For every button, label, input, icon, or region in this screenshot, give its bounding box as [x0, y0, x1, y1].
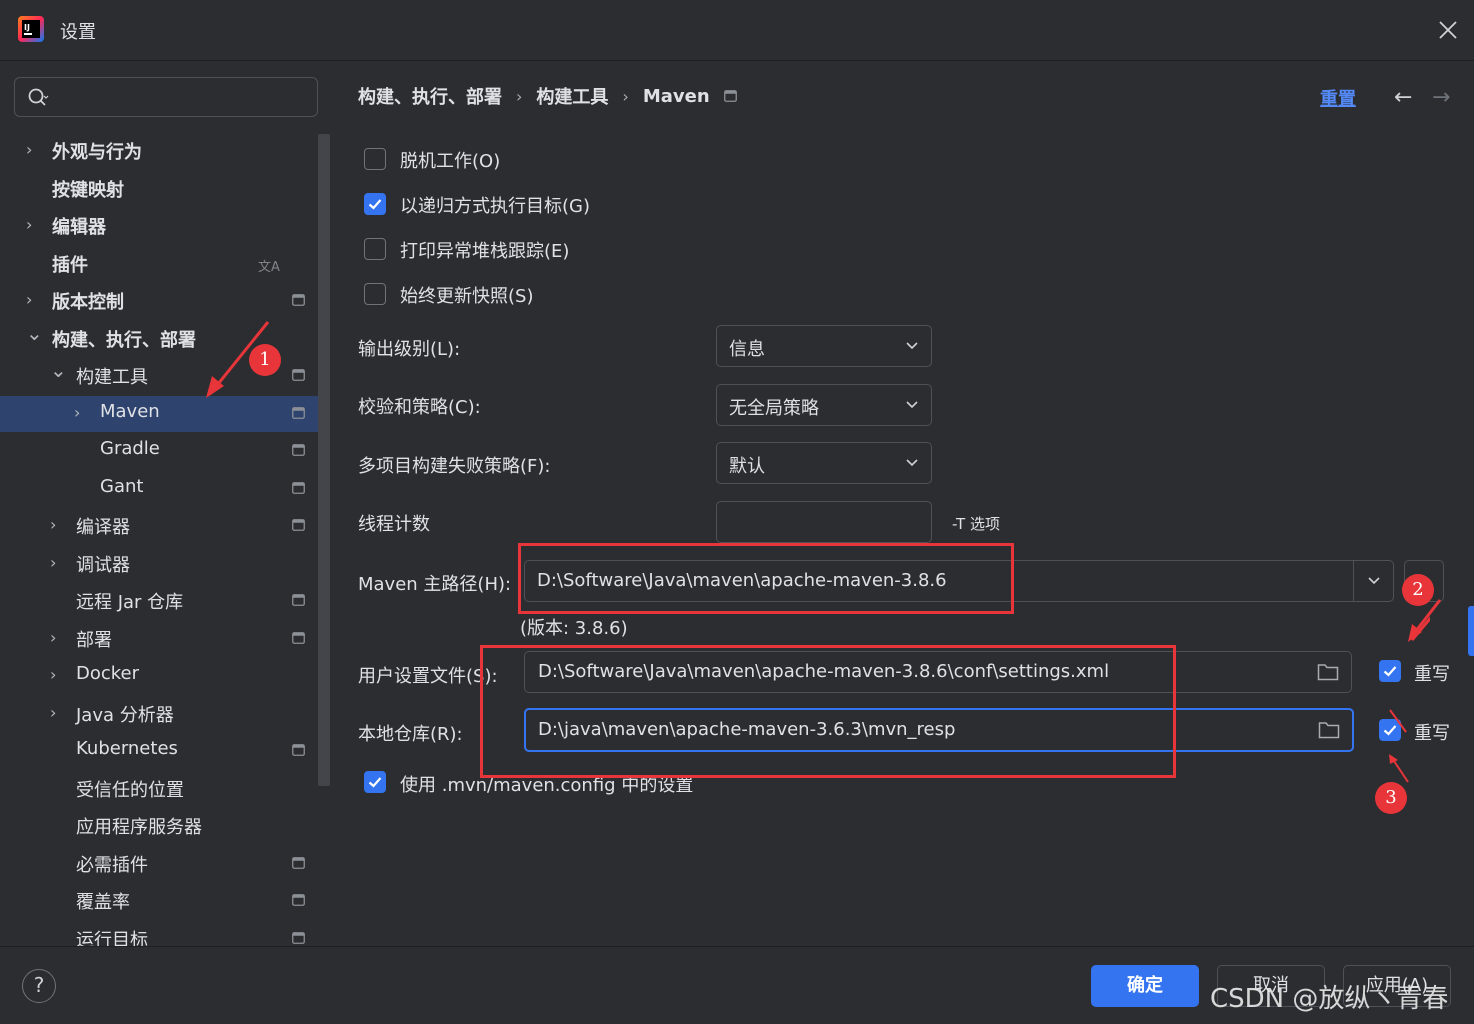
svg-text:IJ: IJ: [24, 23, 30, 32]
annotation-badge-3: 3: [1375, 782, 1407, 814]
sidebar-item-label: 调试器: [76, 554, 130, 576]
sidebar-item[interactable]: 按键映射: [0, 171, 318, 207]
print-stack-label[interactable]: 打印异常堆栈跟踪(E): [400, 237, 569, 263]
annotation-arrow-3: [1389, 754, 1409, 783]
sidebar-item-label: 必需插件: [76, 854, 148, 876]
ok-button[interactable]: 确定: [1091, 965, 1199, 1007]
update-snapshots-checkbox[interactable]: [364, 283, 386, 305]
sidebar-item[interactable]: 应用程序服务器: [0, 808, 318, 844]
offline-label[interactable]: 脱机工作(O): [400, 147, 500, 173]
chevron-right-icon[interactable]: ›: [50, 703, 66, 723]
intellij-logo-icon: IJ: [18, 16, 44, 42]
chevron-down-icon[interactable]: ⌄: [50, 358, 67, 382]
sidebar-item-label: 版本控制: [52, 292, 124, 313]
sidebar-item-label: 远程 Jar 仓库: [76, 592, 184, 613]
sidebar-item-label: 插件: [52, 254, 88, 276]
search-icon: [28, 88, 49, 106]
sidebar-item-label: 运行目标: [76, 929, 148, 947]
arrow-left-icon[interactable]: ←: [1394, 85, 1416, 110]
chevron-right-icon[interactable]: ›: [26, 290, 42, 310]
window-icon: [723, 90, 737, 102]
window-title: 设置: [60, 22, 96, 43]
sidebar-item-label: Java 分析器: [76, 704, 174, 726]
chevron-right-icon: ›: [516, 86, 523, 106]
update-snapshots-label[interactable]: 始终更新快照(S): [400, 282, 533, 308]
side-tool-tab[interactable]: [1468, 606, 1474, 656]
sidebar-item-label: 编辑器: [52, 217, 106, 238]
window-icon: [292, 931, 305, 944]
window-icon: [292, 294, 305, 306]
title-bar: IJ 设置: [0, 0, 1474, 61]
sidebar-item-label: 受信任的位置: [76, 779, 184, 801]
chevron-right-icon[interactable]: ›: [50, 628, 66, 648]
chevron-right-icon[interactable]: ›: [26, 215, 42, 235]
sidebar-item-label: Gant: [100, 475, 144, 497]
arrow-right-icon[interactable]: →: [1432, 85, 1454, 110]
annotation-arrow-2: [1408, 599, 1442, 642]
annotation-arrows: [206, 321, 1430, 733]
chevron-right-icon[interactable]: ›: [50, 515, 66, 535]
breadcrumb-maven: Maven: [642, 85, 710, 107]
translate-icon: 文A: [258, 259, 280, 275]
sidebar-item-label: 覆盖率: [76, 892, 130, 913]
sidebar-item-label: Kubernetes: [76, 738, 178, 759]
chevron-right-icon[interactable]: ›: [50, 665, 66, 685]
window-icon: [292, 856, 305, 869]
checkmark-icon: [368, 199, 382, 210]
sidebar-item-label: 构建工具: [76, 367, 148, 388]
chevron-right-icon: ›: [622, 86, 629, 106]
sidebar-item[interactable]: › 编辑器: [0, 208, 318, 244]
breadcrumb-build[interactable]: 构建、执行、部署: [358, 83, 502, 109]
sidebar-item[interactable]: 插件 文A: [0, 246, 318, 282]
sidebar-item[interactable]: 运行目标: [0, 921, 318, 947]
annotation-badge-1: 1: [249, 344, 281, 376]
chevron-right-icon[interactable]: ›: [74, 403, 90, 423]
chevron-down-icon[interactable]: ⌄: [26, 321, 43, 345]
sidebar-item[interactable]: › 外观与行为: [0, 133, 318, 169]
breadcrumb-build-tools[interactable]: 构建工具: [536, 83, 608, 109]
annotation-badge-2: 2: [1402, 574, 1434, 606]
print-stack-checkbox[interactable]: [364, 238, 386, 260]
sidebar-item-label: 部署: [76, 629, 112, 651]
sidebar-item-label: 按键映射: [52, 179, 124, 201]
sidebar-item-label: Gradle: [100, 438, 160, 459]
recursive-label[interactable]: 以递归方式执行目标(G): [400, 192, 590, 218]
chevron-right-icon[interactable]: ›: [50, 553, 66, 573]
window-icon: [292, 894, 305, 906]
close-icon[interactable]: [1436, 18, 1460, 42]
help-icon[interactable]: ?: [22, 969, 56, 1003]
sidebar-item-label: 应用程序服务器: [76, 817, 202, 838]
settings-search-input[interactable]: [14, 77, 318, 117]
breadcrumb: 构建、执行、部署 › 构建工具 › Maven: [358, 83, 737, 109]
sidebar-item-label: Docker: [76, 663, 140, 684]
sidebar-item-label: 编译器: [76, 517, 130, 538]
csdn-watermark: CSDN @放纵ヽ青春: [1210, 984, 1449, 1014]
sidebar-item[interactable]: 覆盖率: [0, 883, 318, 919]
sidebar-item-label: 构建、执行、部署: [52, 329, 196, 351]
sidebar-item[interactable]: 必需插件: [0, 846, 318, 882]
reset-link[interactable]: 重置: [1320, 85, 1356, 111]
sidebar-item-label: 外观与行为: [52, 142, 142, 163]
chevron-right-icon[interactable]: ›: [26, 140, 42, 160]
offline-checkbox[interactable]: [364, 148, 386, 170]
recursive-checkbox[interactable]: [364, 193, 386, 215]
sidebar-item-label: Maven: [100, 400, 160, 422]
